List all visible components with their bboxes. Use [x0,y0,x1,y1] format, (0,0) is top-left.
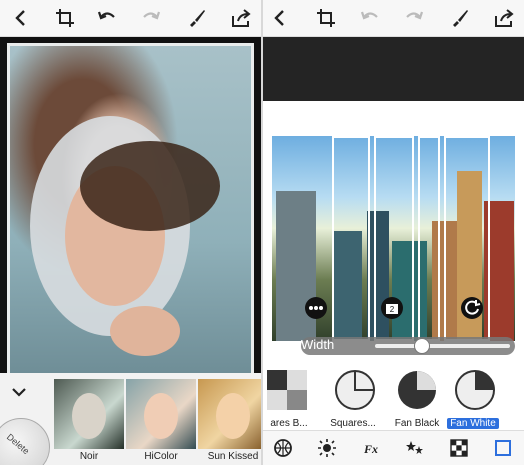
shape-squares-w[interactable] [335,370,375,410]
right-top-toolbar [263,0,524,37]
portrait-photo [10,46,251,373]
right-editor-panel: 2 Width ares B... Squares... Fan Black F… [263,0,524,465]
undo-icon[interactable] [359,7,381,29]
hand-shape [110,306,180,356]
brightness-icon[interactable] [317,438,337,458]
shape-label: ares B... [270,418,308,429]
brush-icon[interactable] [449,7,471,29]
filter-label: Noir [79,451,99,462]
frame-icon[interactable] [493,438,513,458]
undo-icon[interactable] [96,7,118,29]
shape-squares-b[interactable] [267,370,307,410]
rotate-icon[interactable] [461,297,483,319]
photo-preview-area [0,37,261,373]
width-slider-track[interactable] [375,344,510,348]
crop-icon[interactable] [54,7,76,29]
back-icon[interactable] [10,7,32,29]
share-icon[interactable] [230,7,252,29]
width-label: Width [301,337,335,352]
layer-count-icon[interactable]: 2 [381,297,403,319]
shape-fan-black[interactable] [397,370,437,410]
crop-icon[interactable] [315,7,337,29]
shape-label: Squares... [330,418,376,429]
bottom-toolbar: Fx [263,430,524,465]
shape-label-selected: Fan White [447,418,499,429]
strip-overlay [332,136,370,341]
filter-label: HiColor [144,451,178,462]
svg-text:2: 2 [390,305,395,314]
brush-icon[interactable] [186,7,208,29]
photo-frame [7,43,254,373]
left-editor-panel: Noir HiColor Sun Kissed Delete [0,0,261,465]
shape-picker-bar: ares B... Squares... Fan Black Fan White [263,362,524,430]
shape-fan-white[interactable] [455,370,495,410]
redo-icon[interactable] [403,7,425,29]
share-icon[interactable] [493,7,515,29]
checker-icon[interactable] [449,438,469,458]
stars-icon[interactable] [405,438,425,458]
delete-label: Delete [4,431,32,457]
globe-icon[interactable] [273,438,293,458]
redo-icon[interactable] [140,7,162,29]
strip-overlay [418,136,440,341]
shape-label: Fan Black [394,418,440,429]
left-top-toolbar [0,0,261,37]
hair-shape [80,141,220,231]
filter-thumb-hicolor[interactable] [126,379,196,449]
filter-label: Sun Kissed [207,451,259,462]
filter-thumb-noir[interactable] [54,379,124,449]
fx-icon[interactable]: Fx [361,438,381,458]
more-options-icon[interactable] [305,297,327,319]
dark-background-strip [263,37,524,101]
editing-canvas: 2 Width [263,101,524,371]
chevron-down-icon[interactable] [10,383,28,401]
svg-text:Fx: Fx [363,442,378,456]
filter-thumb-sun-kissed[interactable] [198,379,261,449]
back-icon[interactable] [269,7,291,29]
